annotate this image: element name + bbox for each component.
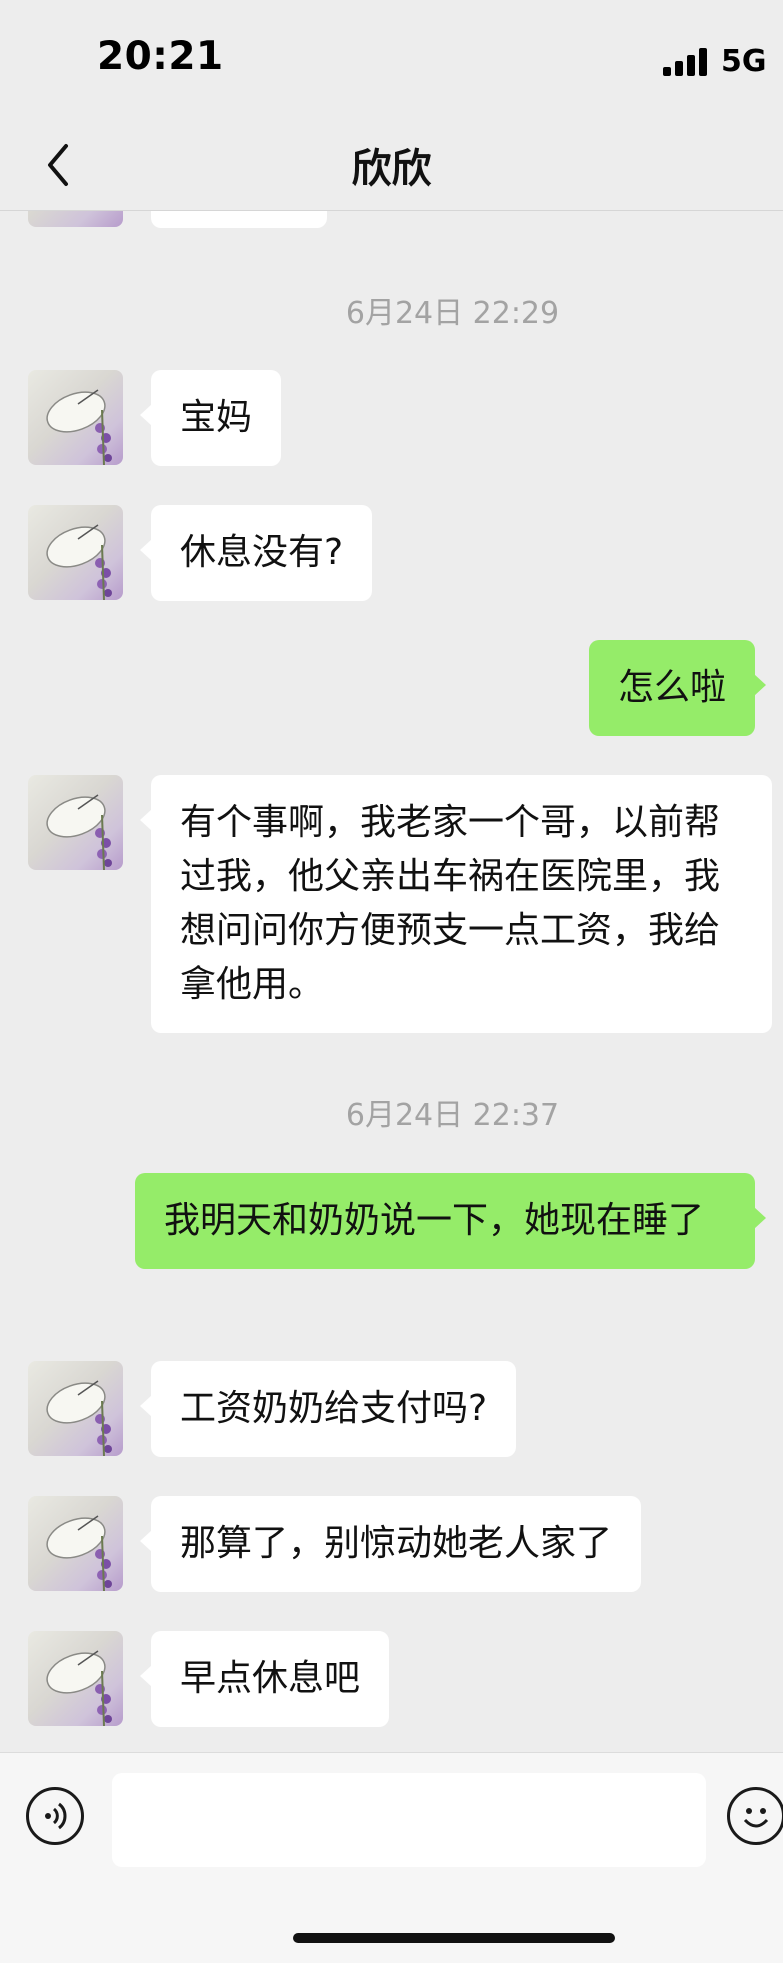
message-input[interactable]: [112, 1773, 706, 1867]
incoming-message-bubble[interactable]: 休息没有?: [139, 505, 373, 601]
incoming-message-bubble[interactable]: 那算了，别惊动她老人家了: [139, 1496, 642, 1592]
message-timestamp: 6月24日 22:29: [345, 296, 560, 331]
home-indicator: [293, 1933, 615, 1943]
outgoing-message-bubble[interactable]: 怎么啦: [588, 640, 767, 736]
status-bar: 20:21 5G: [0, 0, 783, 120]
incoming-message-bubble[interactable]: 工资奶奶给支付吗?: [139, 1361, 517, 1457]
message-timestamp: 6月24日 22:37: [345, 1098, 560, 1133]
network-type: 5G: [721, 44, 767, 79]
contact-avatar[interactable]: [28, 1631, 123, 1726]
status-time: 20:21: [97, 34, 224, 79]
chat-title: 欣欣: [351, 146, 432, 192]
outgoing-message-bubble[interactable]: 我明天和奶奶说一下，她现在睡了: [135, 1173, 766, 1269]
input-bar: [0, 1752, 783, 1963]
chat-area[interactable]: 6月24日 22:29 宝妈 休息没有? 怎么啦 有个事啊，我老家一个哥，以前帮…: [0, 0, 783, 1752]
contact-avatar[interactable]: [28, 370, 123, 465]
contact-avatar[interactable]: [28, 775, 123, 870]
emoji-icon[interactable]: [727, 1787, 783, 1845]
contact-avatar[interactable]: [28, 1496, 123, 1591]
incoming-message-bubble[interactable]: 宝妈: [139, 370, 282, 466]
voice-icon[interactable]: [26, 1787, 84, 1845]
nav-bar: 欣欣: [0, 120, 783, 211]
incoming-message-bubble[interactable]: 早点休息吧: [139, 1631, 390, 1727]
contact-avatar[interactable]: [28, 1361, 123, 1456]
signal-strength-icon: [663, 48, 709, 76]
contact-avatar[interactable]: [28, 505, 123, 600]
incoming-message-bubble[interactable]: 有个事啊，我老家一个哥，以前帮过我，他父亲出车祸在医院里，我想问问你方便预支一点…: [140, 775, 772, 1033]
